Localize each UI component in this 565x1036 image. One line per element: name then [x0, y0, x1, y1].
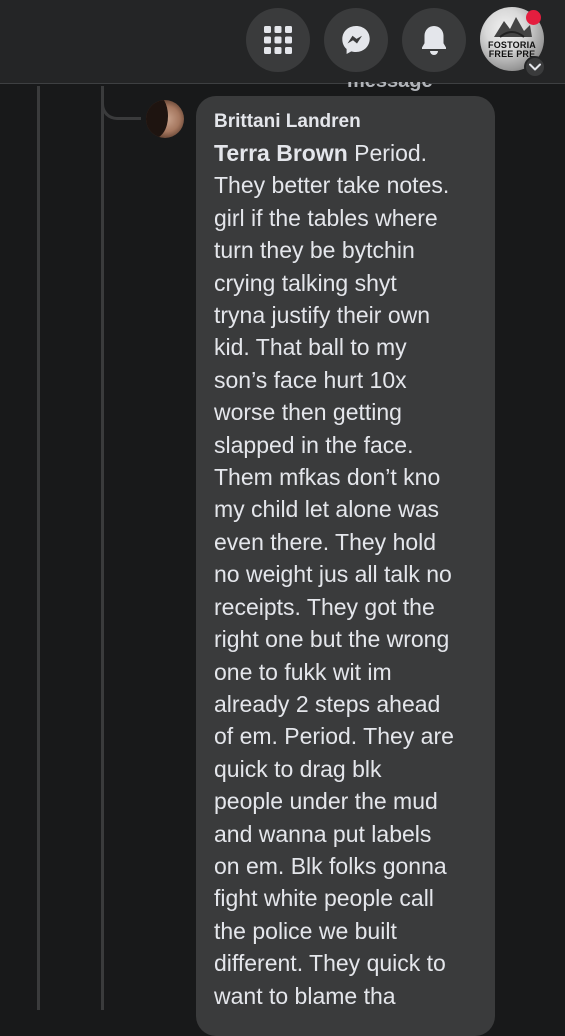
chevron-down-icon — [529, 58, 541, 76]
avatar-image-detail — [146, 100, 168, 138]
comment-author-name[interactable]: Brittani Landren — [214, 111, 477, 133]
avatar[interactable] — [146, 100, 184, 138]
comment-text-line: son’s face hurt 10x — [214, 366, 407, 393]
comment-text-line: worse then getting — [214, 399, 402, 426]
mention-link[interactable]: Terra Brown — [214, 140, 348, 166]
comment-text-line: on em. Blk folks gonna — [214, 852, 447, 879]
thread-reply-connector — [101, 86, 141, 120]
comment-text-line: girl if the tables where — [214, 204, 438, 231]
comment-text-line: different. They quick to — [214, 950, 446, 977]
comment-text-line: Them mfkas don’t kno — [214, 464, 441, 491]
messenger-icon — [340, 24, 372, 56]
thread-line-outer — [37, 86, 40, 1010]
comment-text-line: slapped in the face. — [214, 431, 414, 458]
comment-text-line: turn they be bytchin — [214, 237, 415, 264]
comment-text-line: my child let alone was — [214, 496, 439, 523]
comment-text-line: receipts. They got the — [214, 593, 435, 620]
comment-text-line: Terra Brown Period. — [214, 137, 477, 169]
comment-text-line: no weight jus all talk no — [214, 561, 452, 588]
comment-text-line: already 2 steps ahead — [214, 690, 441, 717]
top-navigation-bar: FOSTORIA FREE PRE — [0, 0, 565, 84]
comment-text-line: people under the mud — [214, 788, 438, 815]
account-menu-toggle[interactable] — [524, 56, 546, 78]
menu-button[interactable] — [246, 8, 310, 72]
thread-line-inner — [101, 86, 104, 1010]
notification-badge — [526, 10, 541, 25]
comment-text-line: crying talking shyt — [214, 269, 397, 296]
comment-text-line: one to fukk wit im — [214, 658, 392, 685]
notifications-bell-icon — [419, 24, 449, 56]
comment-text-line: quick to drag blk — [214, 755, 382, 782]
account-profile-button[interactable]: FOSTORIA FREE PRE — [480, 7, 546, 78]
comment-text-line: right one but the wrong — [214, 626, 450, 653]
comment-text-line: They better take notes. — [214, 172, 450, 199]
messenger-button[interactable] — [324, 8, 388, 72]
comment-text-line: and wanna put labels — [214, 820, 432, 847]
comment-text-line: fight white people call — [214, 885, 434, 912]
comment-text-line: want to blame tha — [214, 982, 396, 1009]
menu-grid-icon — [263, 25, 293, 55]
comment-text-line: of em. Period. They are — [214, 723, 454, 750]
comment-text-line: kid. That ball to my — [214, 334, 407, 361]
comment-text-segment: Period. — [347, 140, 428, 166]
comment-bubble: Brittani Landren Terra Brown Period. They… — [196, 96, 495, 1036]
comment-body: Terra Brown Period. They better take note… — [214, 137, 477, 1012]
comment-text-line: the police we built — [214, 917, 397, 944]
comment-text-line: even there. They hold — [214, 528, 437, 555]
notifications-button[interactable] — [402, 8, 466, 72]
comment-text-line: tryna justify their own — [214, 302, 431, 329]
